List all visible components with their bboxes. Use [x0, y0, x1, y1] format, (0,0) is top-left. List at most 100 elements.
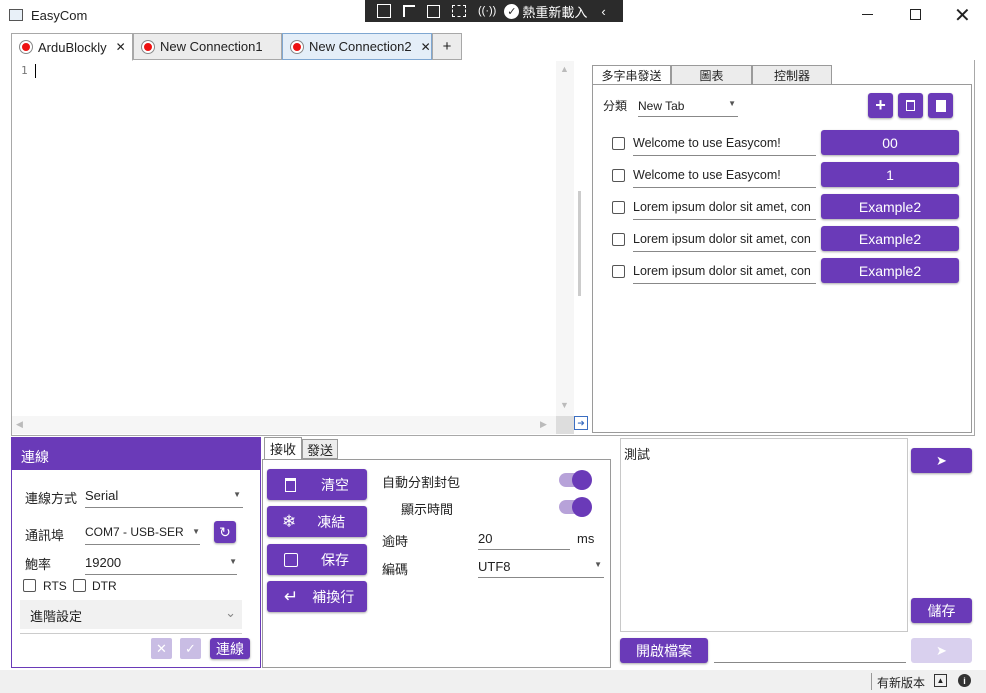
title-bar: EasyCom ((·)) ✓ 熱重新載入 ‹ ✕ — [0, 0, 986, 31]
file-path-input[interactable] — [714, 640, 906, 663]
info-icon[interactable]: i — [958, 674, 971, 687]
hot-reload-label[interactable]: 熱重新載入 — [522, 2, 587, 21]
add-tab-button[interactable]: + — [432, 33, 462, 60]
scroll-thumb[interactable] — [578, 191, 581, 296]
record-icon — [20, 41, 32, 53]
rts-checkbox[interactable] — [23, 579, 36, 592]
encoding-label: 編碼 — [382, 562, 409, 577]
horizontal-scrollbar[interactable]: ◀ ▶ — [12, 416, 556, 434]
cancel-button[interactable]: ✕ — [151, 638, 172, 659]
snowflake-icon: ❄ — [282, 511, 297, 531]
encoding-select[interactable]: UTF8 ▼ — [478, 555, 604, 578]
open-file-button[interactable]: 開啟檔案 — [620, 638, 708, 663]
window-title: EasyCom — [31, 8, 88, 23]
row-checkbox[interactable] — [612, 265, 625, 278]
layout-icon[interactable] — [427, 4, 440, 18]
send-icon: ➤ — [936, 642, 947, 658]
scroll-left-icon[interactable]: ◀ — [16, 419, 23, 430]
scroll-down-icon[interactable]: ▼ — [560, 400, 569, 410]
scroll-up-icon[interactable]: ▲ — [560, 64, 569, 74]
minimize-button[interactable] — [862, 14, 873, 15]
category-select[interactable]: New Tab ▼ — [638, 95, 738, 117]
row-send-button[interactable]: Example2 — [821, 194, 959, 219]
row-send-button[interactable]: 00 — [821, 130, 959, 155]
check-icon: ✓ — [185, 640, 196, 656]
method-label: 連線方式 — [25, 491, 78, 506]
row-text-input[interactable]: Welcome to use Easycom! — [633, 130, 816, 156]
adorner-icon[interactable] — [452, 5, 466, 17]
tab-label: New Connection2 — [309, 39, 412, 54]
chevron-down-icon: ▼ — [233, 490, 241, 499]
chevron-down-icon: ▼ — [229, 557, 237, 566]
receive-panel: 清空 ❄ 凍結 保存 ↵ 補換行 自動分割封包 顯示時間 逾時 20 ms 編碼… — [262, 459, 611, 668]
refresh-button[interactable]: ↻ — [214, 521, 236, 543]
close-icon[interactable]: ✕ — [421, 40, 431, 54]
row-checkbox[interactable] — [612, 201, 625, 214]
close-button[interactable]: ✕ — [954, 3, 971, 28]
delete-button[interactable] — [898, 93, 923, 118]
tab-chart[interactable]: 圖表 — [671, 65, 752, 85]
port-select[interactable]: COM7 - USB-SER ▼ — [85, 521, 200, 545]
cursor-icon[interactable] — [403, 5, 415, 17]
tab-controller[interactable]: 控制器 — [752, 65, 832, 85]
row-text-input[interactable]: Lorem ipsum dolor sit amet, con — [633, 258, 816, 284]
add-button[interactable]: + — [868, 93, 893, 118]
row-text-input[interactable]: Lorem ipsum dolor sit amet, con — [633, 226, 816, 252]
auto-split-toggle[interactable] — [559, 470, 592, 490]
scroll-corner — [556, 416, 574, 434]
maximize-button[interactable] — [910, 9, 921, 20]
auto-split-label: 自動分割封包 — [382, 475, 461, 490]
row-checkbox[interactable] — [612, 233, 625, 246]
mid-tab-send[interactable]: 發送 — [302, 439, 338, 459]
newline-button[interactable]: ↵ 補換行 — [267, 581, 367, 612]
row-checkbox[interactable] — [612, 137, 625, 150]
chevron-down-icon: ▼ — [594, 560, 602, 569]
refresh-icon: ↻ — [219, 523, 231, 540]
tab-multi-send[interactable]: 多字串發送 — [592, 65, 671, 85]
advanced-settings[interactable]: 進階設定 ⌄ — [20, 600, 242, 629]
track-icon[interactable]: ((·)) — [478, 5, 496, 17]
clear-button[interactable]: 清空 — [267, 469, 367, 500]
timeout-label: 逾時 — [382, 534, 409, 549]
baud-select[interactable]: 19200 ▼ — [85, 551, 237, 575]
row-text-input[interactable]: Welcome to use Easycom! — [633, 162, 816, 188]
save-log-button[interactable]: 保存 — [267, 544, 367, 575]
timeout-input[interactable]: 20 — [478, 527, 570, 550]
confirm-button[interactable]: ✓ — [180, 638, 201, 659]
vertical-scrollbar[interactable]: ▲ ▼ — [556, 61, 581, 416]
scroll-right-icon[interactable]: ▶ — [540, 419, 547, 430]
store-button[interactable]: 儲存 — [911, 598, 972, 623]
show-time-toggle[interactable] — [559, 497, 592, 517]
connect-button[interactable]: 連線 — [210, 638, 250, 659]
row-send-button[interactable]: Example2 — [821, 226, 959, 251]
save-icon — [284, 552, 298, 567]
row-send-button[interactable]: 1 — [821, 162, 959, 187]
tab-new-connection2[interactable]: New Connection2 ✕ — [282, 33, 432, 60]
app-icon — [9, 9, 23, 21]
rts-label: RTS — [43, 579, 67, 593]
row-send-button[interactable]: Example2 — [821, 258, 959, 283]
show-time-label: 顯示時間 — [401, 502, 454, 517]
tab-label: New Connection1 — [160, 39, 263, 54]
row-text-input[interactable]: Lorem ipsum dolor sit amet, con — [633, 194, 816, 220]
freeze-button[interactable]: ❄ 凍結 — [267, 506, 367, 537]
dtr-checkbox[interactable] — [73, 579, 86, 592]
trash-icon — [285, 477, 296, 492]
tab-ardublockly[interactable]: ArduBlockly ✕ — [11, 33, 133, 61]
send-file-button[interactable]: ➤ — [911, 638, 972, 663]
close-icon[interactable]: ✕ — [116, 40, 126, 54]
collapse-icon[interactable]: ‹ — [601, 4, 605, 19]
arrow-right-icon[interactable]: ➜ — [574, 416, 588, 430]
mid-tab-receive[interactable]: 接收 — [264, 437, 302, 460]
send-textarea[interactable]: 測試 — [620, 438, 908, 632]
check-icon: ✓ — [504, 3, 520, 19]
tab-new-connection1[interactable]: New Connection1 — [133, 33, 282, 60]
status-bar: 有新版本 ▲ i — [0, 670, 986, 693]
code-editor[interactable]: 1 ▲ ▼ ◀ ▶ ➜ — [12, 61, 588, 434]
method-select[interactable]: Serial ▼ — [85, 484, 243, 508]
send-button[interactable]: ➤ — [911, 448, 972, 473]
row-checkbox[interactable] — [612, 169, 625, 182]
upgrade-icon[interactable]: ▲ — [934, 674, 947, 687]
select-element-icon[interactable] — [377, 4, 391, 18]
save-button[interactable] — [928, 93, 953, 118]
